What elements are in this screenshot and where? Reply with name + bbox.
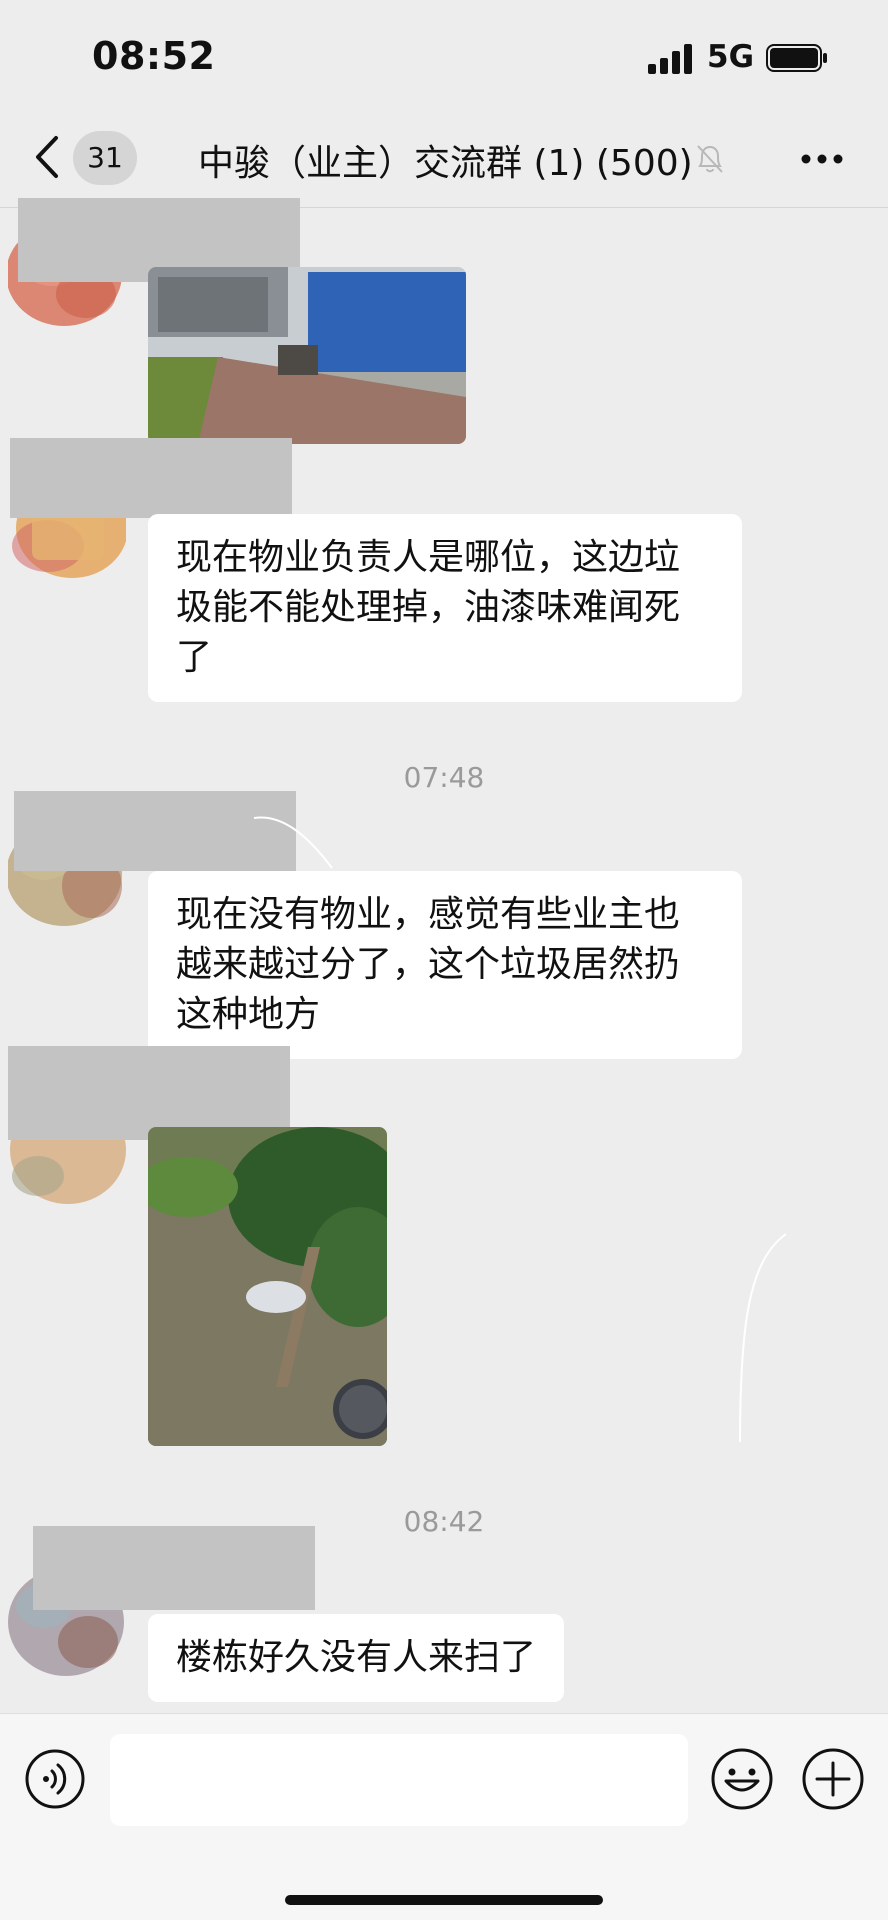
signal-icon — [648, 44, 692, 74]
chat-title: 中骏（业主）交流群 (1) (500) — [198, 143, 693, 184]
nav-bar: 31 中骏（业主）交流群 (1) (500) — [0, 110, 888, 208]
text-message[interactable]: 现在没有物业，感觉有些业主也越来越过分了，这个垃圾居然扔这种地方 — [148, 871, 742, 1059]
sender-name-redacted — [10, 438, 292, 518]
voice-icon[interactable] — [24, 1748, 86, 1810]
input-bar — [0, 1713, 888, 1920]
photo-icon — [148, 267, 466, 444]
message-input[interactable] — [110, 1734, 688, 1826]
battery-icon — [766, 44, 827, 72]
screen-scratch — [739, 1233, 787, 1443]
network-label: 5G — [707, 39, 755, 75]
text-message[interactable]: 楼栋好久没有人来扫了 — [148, 1614, 565, 1702]
plus-icon[interactable] — [801, 1747, 865, 1811]
sender-name-redacted — [33, 1526, 315, 1610]
screen-scratch — [253, 816, 333, 869]
photo-message[interactable] — [148, 1127, 387, 1446]
timestamp: 07:48 — [403, 761, 485, 794]
status-bar: 08:52 5G — [0, 0, 888, 110]
status-time: 08:52 — [92, 34, 216, 78]
sender-name-redacted — [8, 1046, 290, 1140]
text-message[interactable]: 现在物业负责人是哪位，这边垃圾能不能处理掉，油漆味难闻死了 — [148, 514, 742, 702]
ellipsis-icon[interactable] — [800, 153, 844, 165]
bell-slash-icon — [697, 145, 723, 173]
chevron-left-icon[interactable] — [32, 134, 62, 180]
home-indicator[interactable] — [285, 1895, 603, 1905]
emoji-icon[interactable] — [710, 1747, 774, 1811]
unread-count-badge[interactable]: 31 — [73, 131, 137, 185]
photo-icon — [148, 1127, 387, 1446]
photo-message[interactable] — [148, 267, 466, 444]
